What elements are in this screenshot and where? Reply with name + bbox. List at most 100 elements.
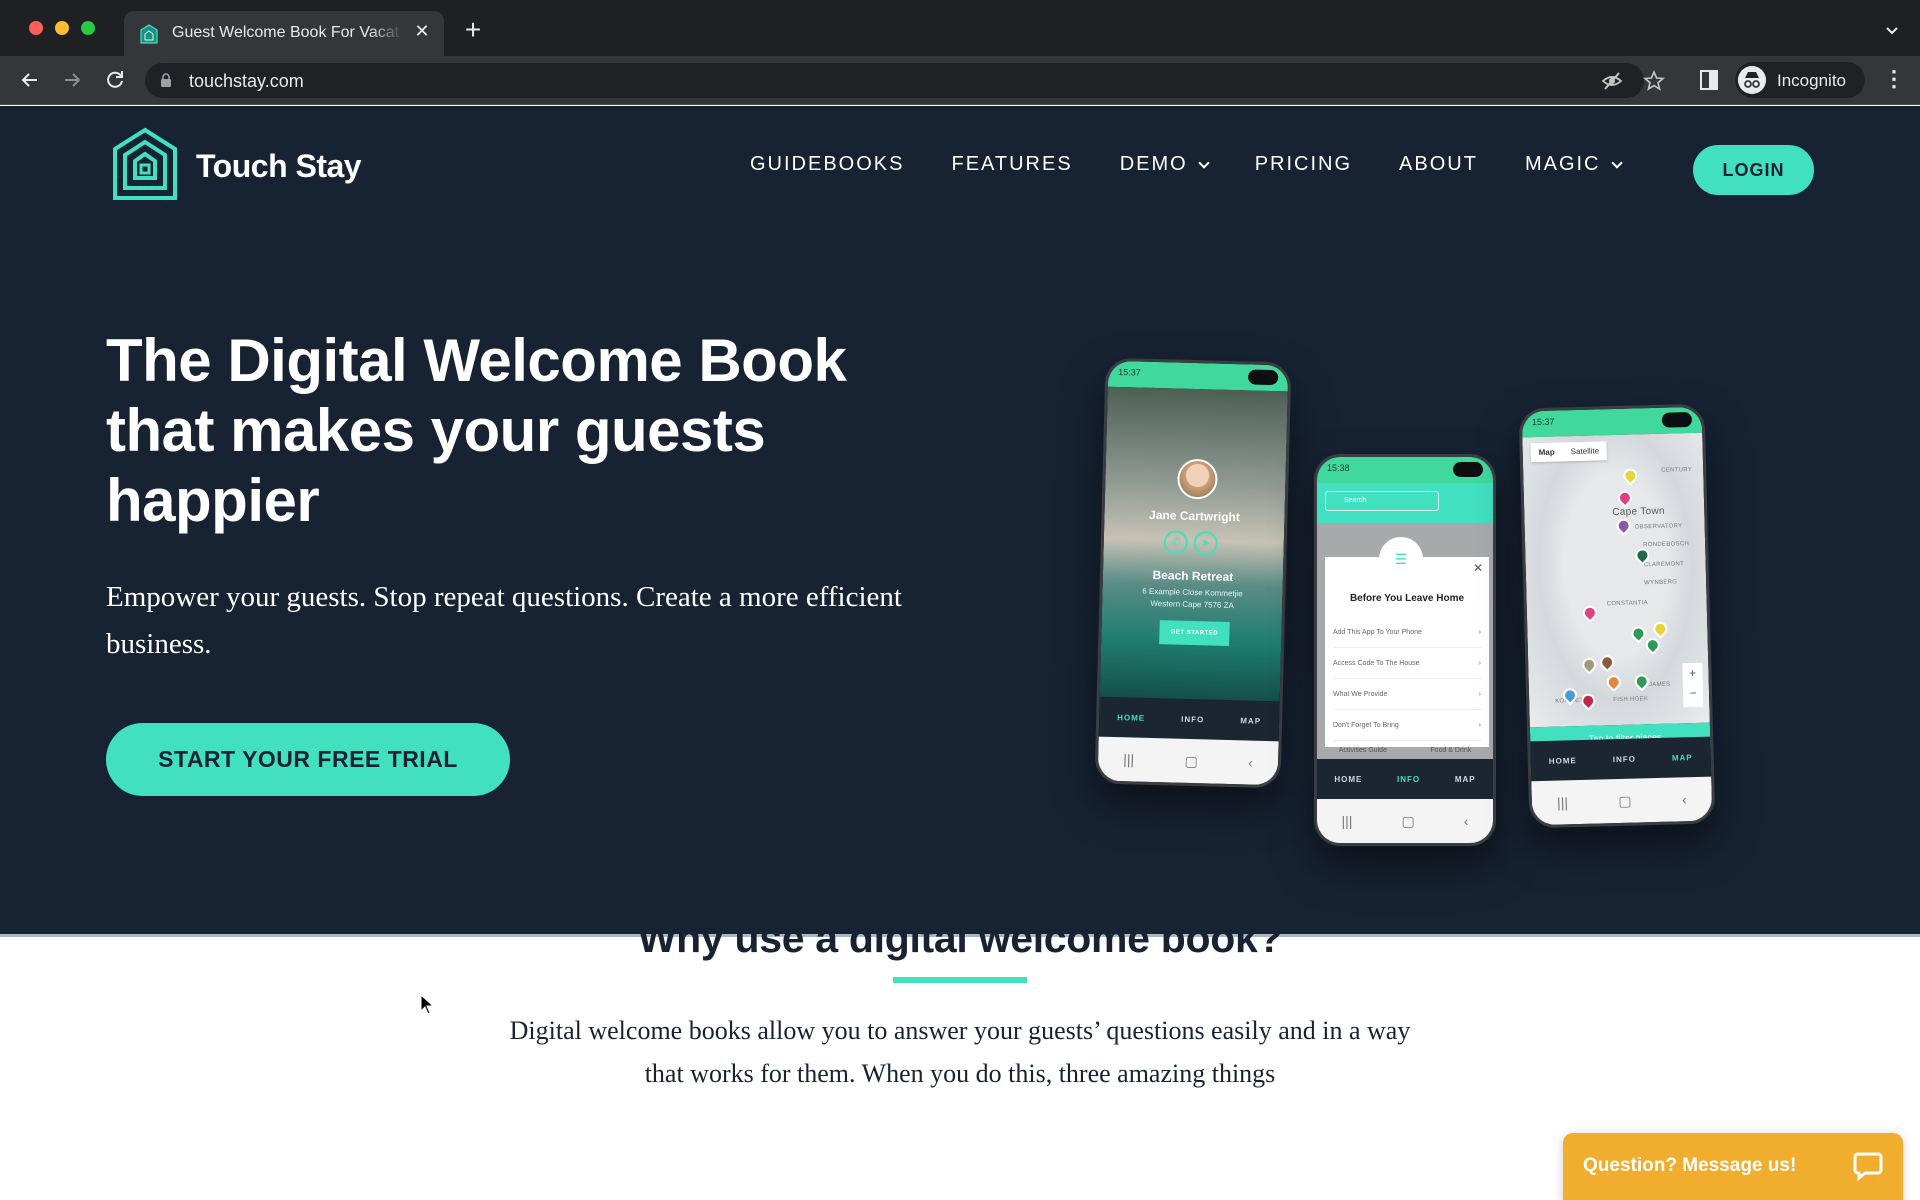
- phone-nav-info: INFO: [1181, 714, 1205, 724]
- host-avatar: [1176, 458, 1218, 500]
- new-tab-icon[interactable]: +: [460, 16, 486, 44]
- map-tab: Map: [1538, 447, 1555, 457]
- nav-pricing[interactable]: PRICING: [1255, 153, 1352, 176]
- incognito-label: Incognito: [1777, 71, 1846, 90]
- url-text: touchstay.com: [189, 71, 304, 91]
- map-label: CONSTANTIA: [1606, 600, 1648, 608]
- phone-call-icon: ✆: [1163, 530, 1189, 555]
- phone-time: 15:37: [1531, 416, 1555, 428]
- browser-menu-kebab-icon[interactable]: ⋮: [1883, 68, 1905, 92]
- host-name: Jane Cartwright: [1148, 507, 1241, 525]
- why-section-title: Why use a digital welcome book?: [637, 915, 1283, 961]
- numbered-list-icon: ☰: [1379, 537, 1423, 581]
- map-pin-icon: [1603, 672, 1624, 693]
- phone-nav-home: HOME: [1334, 774, 1363, 784]
- phone-camera: [1453, 462, 1483, 477]
- login-button[interactable]: LOGIN: [1693, 145, 1814, 195]
- modal-title: Before You Leave Home: [1349, 593, 1465, 604]
- tracking-protection-eye-off-icon[interactable]: [1601, 70, 1623, 92]
- tab-search-chevron-icon[interactable]: [1882, 20, 1902, 40]
- map-pin-icon: [1631, 671, 1652, 692]
- android-system-bar: ||| ▢ ‹: [1097, 736, 1279, 786]
- nav-guidebooks[interactable]: GUIDEBOOKS: [750, 153, 904, 176]
- send-message-icon: ➤: [1193, 531, 1219, 556]
- brand-name[interactable]: Touch Stay: [196, 148, 362, 185]
- android-system-bar: ||| ▢ ‹: [1317, 799, 1493, 843]
- start-free-trial-button[interactable]: START YOUR FREE TRIAL: [106, 723, 510, 796]
- chat-widget-button[interactable]: Question? Message us!: [1563, 1133, 1903, 1200]
- chevron-right-icon: ›: [1478, 628, 1481, 636]
- chevron-right-icon: ›: [1478, 690, 1481, 698]
- nav-magic[interactable]: MAGIC: [1525, 153, 1623, 176]
- map-pin-icon: [1615, 487, 1635, 508]
- forward-arrow-icon[interactable]: [58, 66, 86, 94]
- side-panel-icon[interactable]: [1700, 70, 1718, 90]
- list-item-label: Don't Forget To Bring: [1333, 721, 1399, 729]
- list-item: Add This App To Your Phone ›: [1333, 617, 1481, 648]
- chevron-down-icon: [1610, 156, 1623, 169]
- map-label: CLAREMONT: [1643, 561, 1685, 569]
- nav-demo[interactable]: DEMO: [1119, 153, 1210, 176]
- tile-activities: Activities Guide: [1338, 747, 1387, 754]
- phone-category-tiles: Activities Guide Food & Drink: [1317, 747, 1493, 754]
- phone-time: 15:38: [1327, 463, 1350, 473]
- list-item-label: Access Code To The House: [1333, 659, 1420, 667]
- phone-bottom-nav: HOME INFO MAP: [1098, 696, 1280, 742]
- touchstay-logo-icon[interactable]: [112, 127, 178, 201]
- map-zoom-controls: + −: [1682, 662, 1704, 708]
- map-label: FISH HOEK: [1613, 696, 1649, 704]
- back-arrow-icon[interactable]: [16, 66, 44, 94]
- map-pin-icon: [1579, 654, 1600, 675]
- phone-nav-map: MAP: [1240, 715, 1262, 726]
- nav-label: ABOUT: [1399, 153, 1478, 175]
- browser-toolbar: touchstay.com Incognito ⋮: [0, 56, 1920, 105]
- incognito-profile-button[interactable]: Incognito: [1735, 62, 1865, 98]
- get-started-button: GET STARTED: [1159, 620, 1230, 646]
- list-item-label: Add This App To Your Phone: [1333, 628, 1422, 636]
- map-label: WYNBERG: [1644, 579, 1678, 587]
- map-pin-icon: [1613, 515, 1634, 536]
- map-pin-icon: [1650, 618, 1671, 639]
- nav-about[interactable]: ABOUT: [1399, 153, 1478, 176]
- reload-icon[interactable]: [101, 66, 129, 94]
- phone-camera: [1247, 369, 1279, 386]
- incognito-icon: [1738, 66, 1766, 94]
- maximize-window-button[interactable]: [81, 21, 95, 35]
- title-underline-divider: [893, 977, 1027, 983]
- map-pin-icon: [1597, 652, 1618, 673]
- address-bar[interactable]: touchstay.com: [145, 63, 1665, 98]
- hero-section: Touch Stay GUIDEBOOKS FEATURES DEMO PRIC…: [0, 106, 1920, 937]
- phone-search-header: Search: [1317, 483, 1493, 523]
- phone-time: 15:37: [1118, 366, 1141, 378]
- nav-label: GUIDEBOOKS: [750, 153, 905, 175]
- chevron-down-icon: [1198, 156, 1210, 169]
- chat-bubble-icon: [1853, 1152, 1883, 1181]
- close-window-button[interactable]: [29, 21, 43, 35]
- phone-bottom-nav: HOME INFO MAP: [1317, 759, 1493, 799]
- map-type-tabs: Map Satellite: [1530, 441, 1608, 463]
- phone-map-view: Map Satellite CENTURY Cape Town OBSERVAT…: [1522, 432, 1710, 728]
- bookmark-star-icon[interactable]: [1643, 70, 1665, 92]
- tab-title: Guest Welcome Book For Vacat: [172, 24, 400, 41]
- phone-bottom-nav: HOME INFO MAP: [1530, 736, 1712, 782]
- list-item: Access Code To The House ›: [1333, 648, 1481, 679]
- why-section-body: Digital welcome books allow you to answe…: [509, 1016, 1411, 1088]
- phone-search-field: Search: [1325, 491, 1439, 511]
- tab-close-icon[interactable]: ✕: [412, 21, 432, 41]
- map-label: CENTURY: [1661, 466, 1693, 474]
- property-address: 6 Example Close Kommetjie Western Cape 7…: [1142, 586, 1243, 611]
- mouse-cursor-icon: [420, 994, 435, 1015]
- phone-mockup-home: 15:37 Jane Cartwright ✆ ➤ Beach Retreat …: [1094, 357, 1292, 789]
- modal-list: Add This App To Your Phone › Access Code …: [1333, 617, 1481, 741]
- phone-nav-home: HOME: [1548, 755, 1577, 766]
- minimize-window-button[interactable]: [55, 21, 69, 35]
- beach-aerial-image: Jane Cartwright ✆ ➤ Beach Retreat 6 Exam…: [1099, 386, 1288, 708]
- chat-label: Question? Message us!: [1583, 1155, 1797, 1176]
- chevron-right-icon: ›: [1478, 721, 1481, 729]
- phone-nav-map: MAP: [1454, 774, 1476, 784]
- nav-features[interactable]: FEATURES: [951, 153, 1072, 176]
- hero-headline: The Digital Welcome Book that makes your…: [106, 327, 847, 534]
- browser-tab-active[interactable]: Guest Welcome Book For Vacat ✕: [124, 11, 444, 56]
- nav-label: DEMO: [1119, 153, 1188, 175]
- before-you-leave-modal: ✕ Before You Leave Home Add This App To …: [1325, 557, 1489, 747]
